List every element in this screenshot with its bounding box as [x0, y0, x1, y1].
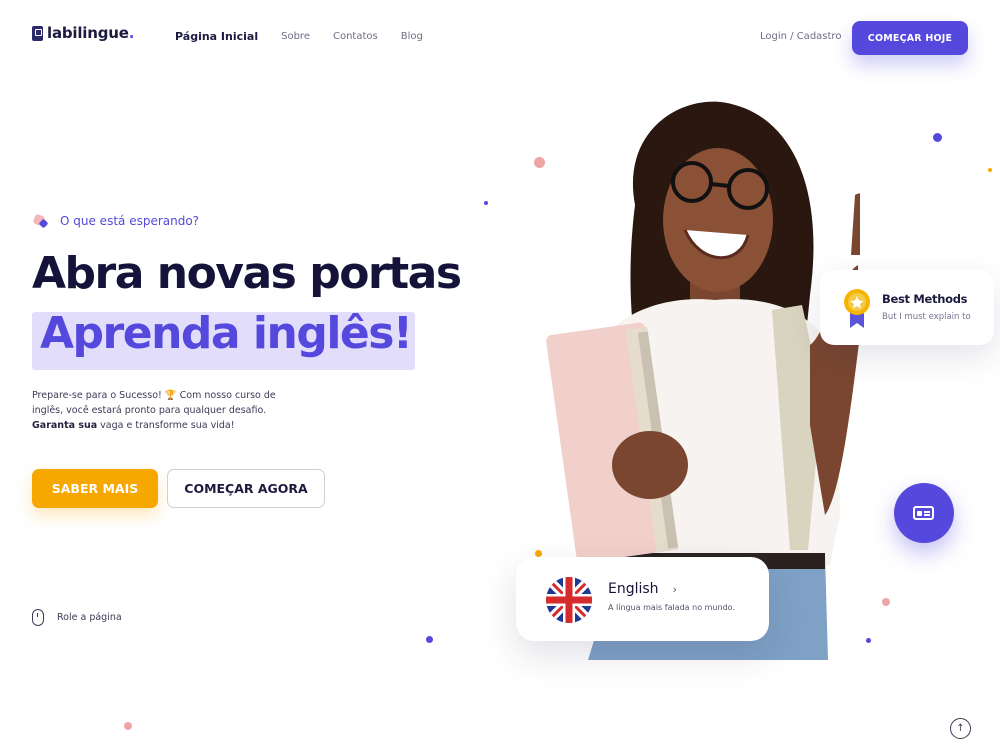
- login-link[interactable]: Login / Cadastro: [760, 31, 841, 42]
- start-now-button[interactable]: COMEÇAR AGORA: [167, 469, 325, 508]
- decor-dot: [933, 133, 942, 142]
- uk-flag-icon: [546, 577, 592, 623]
- hero-highlight: Aprenda inglês!: [40, 308, 413, 359]
- decor-dot: [988, 168, 992, 172]
- language-title: English ›: [608, 581, 677, 597]
- medal-icon: [844, 289, 870, 328]
- main-menu: Página Inicial Sobre Contatos Blog: [175, 30, 423, 43]
- decor-dot: [484, 201, 488, 205]
- best-methods-subtitle: But I must explain to: [882, 312, 971, 322]
- brand-name: labilingue: [47, 24, 129, 42]
- scroll-label: Role a página: [57, 612, 122, 623]
- eyebrow-text: O que está esperando?: [60, 214, 200, 228]
- book-icon: [32, 25, 43, 41]
- id-card-icon: [913, 506, 934, 520]
- decor-dot: [882, 598, 890, 606]
- decor-dot: [426, 636, 433, 643]
- scroll-hint[interactable]: Role a página: [32, 609, 122, 626]
- best-methods-card[interactable]: Best Methods But I must explain to: [820, 270, 994, 345]
- chevron-right-icon[interactable]: ›: [673, 583, 677, 596]
- best-methods-title: Best Methods: [882, 292, 968, 306]
- menu-item-contacts[interactable]: Contatos: [333, 31, 378, 43]
- top-nav: labilingue. Página Inicial Sobre Contato…: [0, 0, 1000, 76]
- floating-action-button[interactable]: [894, 483, 954, 543]
- logo[interactable]: labilingue.: [32, 24, 134, 42]
- language-subtitle: A língua mais falada no mundo.: [608, 603, 735, 612]
- eyebrow: O que está esperando?: [32, 212, 199, 230]
- decor-dot: [124, 722, 132, 730]
- language-name: English: [608, 581, 659, 597]
- hero-title: Abra novas portas: [32, 248, 462, 299]
- learn-more-button[interactable]: SABER MAIS: [32, 469, 158, 508]
- sparkle-icon: [32, 212, 50, 230]
- menu-item-about[interactable]: Sobre: [281, 31, 310, 43]
- menu-item-blog[interactable]: Blog: [401, 31, 423, 43]
- mouse-icon: [32, 609, 44, 626]
- brand-dot: .: [128, 24, 135, 42]
- arrow-up-icon[interactable]: ↑: [950, 718, 971, 739]
- menu-item-home[interactable]: Página Inicial: [175, 30, 258, 43]
- desc-bold: Garanta sua: [32, 420, 98, 431]
- hero-description: Prepare-se para o Sucesso! 🏆 Com nosso c…: [32, 388, 302, 433]
- language-card[interactable]: English › A língua mais falada no mundo.: [516, 557, 769, 641]
- desc-part1: Prepare-se para o Sucesso! 🏆 Com nosso c…: [32, 390, 276, 416]
- decor-dot: [866, 638, 871, 643]
- desc-part2: vaga e transforme sua vida!: [97, 420, 235, 431]
- start-today-button[interactable]: COMEÇAR HOJE: [852, 21, 968, 55]
